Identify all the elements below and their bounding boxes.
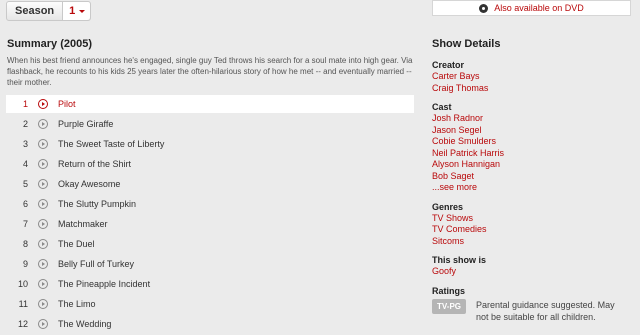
episode-row[interactable]: 4 Return of the Shirt <box>6 155 414 173</box>
episode-title: Belly Full of Turkey <box>58 259 135 269</box>
season-label: Season <box>15 5 55 17</box>
season-value: 1 <box>69 5 76 17</box>
creator-link[interactable]: Craig Thomas <box>432 83 637 95</box>
details-title: Show Details <box>432 38 501 50</box>
play-icon[interactable] <box>38 139 48 149</box>
episode-row[interactable]: 5 Okay Awesome <box>6 175 414 193</box>
episode-row[interactable]: 1 Pilot <box>6 95 414 113</box>
play-icon[interactable] <box>38 179 48 189</box>
episode-number: 12 <box>17 319 28 329</box>
cast-link[interactable]: Bob Saget <box>432 171 637 183</box>
ratings-section: Ratings TV-PG Parental guidance suggeste… <box>432 286 637 323</box>
episode-title: The Wedding <box>58 319 112 329</box>
episode-row[interactable]: 8 The Duel <box>6 235 414 253</box>
play-icon[interactable] <box>38 259 48 269</box>
episode-row[interactable]: 2 Purple Giraffe <box>6 115 414 133</box>
play-icon[interactable] <box>38 219 48 229</box>
play-icon[interactable] <box>38 239 48 249</box>
ratings-label: Ratings <box>432 285 466 296</box>
disc-icon <box>479 3 489 13</box>
episode-number: 6 <box>22 199 28 209</box>
ratings-row: TV-PG Parental guidance suggested. May n… <box>432 298 637 323</box>
rating-description: Parental guidance suggested. May not be … <box>476 299 615 322</box>
episode-list: 1 Pilot 2 Purple Giraffe 3 The Sweet Tas… <box>6 95 414 335</box>
episode-title: The Pineapple Incident <box>58 279 151 289</box>
episode-title: Purple Giraffe <box>58 119 114 129</box>
show-details: Show Details Creator Carter Bays Craig T… <box>432 38 637 331</box>
episode-number: 4 <box>22 159 28 169</box>
cast-link[interactable]: Alyson Hannigan <box>432 159 637 171</box>
genre-link[interactable]: TV Shows <box>432 213 637 225</box>
episode-number: 8 <box>22 239 28 249</box>
episode-title: The Limo <box>58 299 96 309</box>
episode-title: The Duel <box>58 239 95 249</box>
episode-row[interactable]: 3 The Sweet Taste of Liberty <box>6 135 414 153</box>
episode-row[interactable]: 12 The Wedding <box>6 315 414 333</box>
creator-section: Creator Carter Bays Craig Thomas <box>432 60 637 94</box>
play-icon[interactable] <box>38 99 48 109</box>
see-more-link[interactable]: ...see more <box>432 182 637 194</box>
play-icon[interactable] <box>38 199 48 209</box>
dvd-label: Also available on DVD <box>494 3 584 13</box>
this-show-section: This show is Goofy <box>432 255 637 278</box>
episode-number: 3 <box>22 139 28 149</box>
episode-number: 1 <box>22 99 28 109</box>
play-icon[interactable] <box>38 119 48 129</box>
episode-title: The Sweet Taste of Liberty <box>58 139 165 149</box>
episode-row[interactable]: 10 The Pineapple Incident <box>6 275 414 293</box>
episode-row[interactable]: 11 The Limo <box>6 295 414 313</box>
summary-text: When his best friend announces he's enga… <box>7 56 413 87</box>
play-icon[interactable] <box>38 279 48 289</box>
episode-title: The Slutty Pumpkin <box>58 199 137 209</box>
episode-number: 2 <box>22 119 28 129</box>
episode-title: Matchmaker <box>58 219 108 229</box>
cast-link[interactable]: Jason Segel <box>432 125 637 137</box>
play-icon[interactable] <box>38 159 48 169</box>
summary-title: Summary (2005) <box>7 38 92 50</box>
chevron-down-icon <box>79 9 86 13</box>
dvd-button[interactable]: Also available on DVD <box>432 0 631 16</box>
rating-badge: TV-PG <box>432 298 467 314</box>
episode-row[interactable]: 9 Belly Full of Turkey <box>6 255 414 273</box>
genres-section: Genres TV Shows TV Comedies Sitcoms <box>432 202 637 248</box>
cast-label: Cast <box>432 102 452 112</box>
creator-label: Creator <box>432 60 465 70</box>
season-selector[interactable]: Season 1 <box>6 1 92 21</box>
episode-row[interactable]: 7 Matchmaker <box>6 215 414 233</box>
genre-link[interactable]: Sitcoms <box>432 236 637 248</box>
cast-link[interactable]: Josh Radnor <box>432 113 637 125</box>
cast-section: Cast Josh Radnor Jason Segel Cobie Smuld… <box>432 102 637 194</box>
this-show-label: This show is <box>432 255 487 265</box>
episode-number: 9 <box>22 259 28 269</box>
play-icon[interactable] <box>38 299 48 309</box>
play-icon[interactable] <box>38 319 48 329</box>
episode-number: 11 <box>18 299 28 309</box>
season-dropdown[interactable]: 1 <box>62 2 91 20</box>
episode-number: 5 <box>22 179 28 189</box>
cast-link[interactable]: Cobie Smulders <box>432 136 637 148</box>
genre-link[interactable]: TV Comedies <box>432 224 637 236</box>
mood-link[interactable]: Goofy <box>432 266 637 278</box>
episode-number: 10 <box>17 279 28 289</box>
episode-row[interactable]: 6 The Slutty Pumpkin <box>6 195 414 213</box>
genres-label: Genres <box>432 201 464 212</box>
episode-title: Okay Awesome <box>58 179 121 189</box>
episode-title: Pilot <box>58 99 76 109</box>
episode-title: Return of the Shirt <box>58 159 132 169</box>
cast-link[interactable]: Neil Patrick Harris <box>432 148 637 160</box>
creator-link[interactable]: Carter Bays <box>432 71 637 83</box>
episode-number: 7 <box>22 219 28 229</box>
